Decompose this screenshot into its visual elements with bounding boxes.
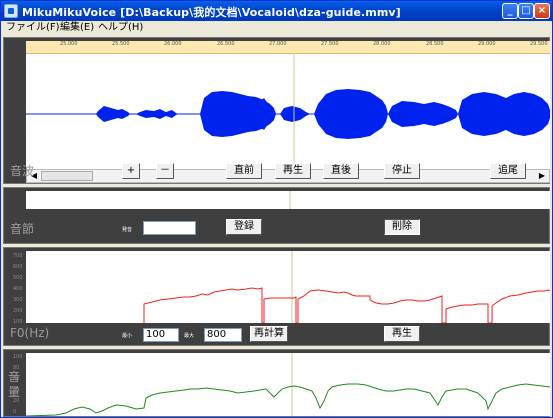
f0-min-label: 最小: [122, 333, 133, 339]
minimize-button[interactable]: _: [502, 3, 518, 19]
menu-help[interactable]: ヘルプ(H): [98, 21, 143, 35]
f0-max-input[interactable]: 800: [204, 328, 242, 342]
volume-y-tick: 100: [13, 354, 23, 360]
delete-button[interactable]: 削除: [384, 219, 420, 235]
recalculate-button[interactable]: 再計算: [250, 326, 288, 342]
phoneme-label: 発音: [122, 227, 133, 233]
stop-button[interactable]: 停止: [384, 163, 420, 179]
syllable-panel: 音節 発音 登録 削除: [3, 187, 550, 244]
f0-panel: 700 600 500 400 300 200 100 F0(Hz) 最小 10…: [3, 247, 551, 346]
ruler-tick: 28.000: [373, 41, 391, 47]
f0-y-tick: 700: [13, 253, 23, 259]
f0-y-tick: 200: [13, 308, 23, 314]
play-button[interactable]: 再生: [275, 163, 311, 179]
ruler-tick: 29.500: [530, 41, 548, 47]
volume-panel: 100 80 60 40 20 0 音量: [3, 349, 551, 417]
f0-max-label: 最大: [184, 333, 195, 339]
app-icon: [4, 4, 18, 18]
waveform-shape: [96, 89, 550, 139]
waveform-graph: [26, 54, 550, 169]
play-after-button[interactable]: 直後: [323, 163, 359, 179]
syllable-track[interactable]: [26, 191, 550, 209]
register-button[interactable]: 登録: [226, 219, 262, 235]
maximize-button[interactable]: □: [518, 3, 534, 19]
f0-y-tick: 100: [13, 319, 23, 325]
ruler-tick: 26.500: [217, 41, 235, 47]
volume-curve: [25, 383, 551, 417]
f0-play-button[interactable]: 再生: [384, 326, 420, 342]
play-before-button[interactable]: 直前: [226, 163, 262, 179]
title-bar[interactable]: MikuMikuVoice [D:\Backup\我的文档\Vocaloid\d…: [1, 1, 552, 21]
f0-y-tick: 400: [13, 286, 23, 292]
f0-curve: [143, 287, 551, 324]
ruler-tick: 28.500: [426, 41, 444, 47]
volume-y-tick: 0: [13, 409, 17, 415]
menu-bar: ファイル(F) 編集(E) ヘルプ(H): [1, 21, 552, 35]
phoneme-input[interactable]: [143, 221, 196, 235]
f0-graph: [143, 251, 551, 324]
f0-y-tick: 300: [13, 297, 23, 303]
f0-panel-label: F0(Hz): [10, 326, 50, 340]
waveform-panel: 25.000 25.500 26.000 26.500 27.000 27.50…: [3, 37, 550, 184]
wave-panel-label: 音波: [10, 164, 35, 178]
waveform-view[interactable]: [26, 54, 550, 169]
ruler-tick: 27.000: [269, 41, 287, 47]
syllable-panel-label: 音節: [10, 222, 35, 236]
syllable-graph: [289, 191, 291, 209]
zoom-out-button[interactable]: －: [156, 163, 174, 179]
ruler-tick: 29.000: [478, 41, 496, 47]
scrollbar-thumb[interactable]: [41, 171, 93, 181]
ruler-tick: 26.000: [164, 41, 182, 47]
volume-panel-label: 音量: [8, 370, 21, 399]
app-window: MikuMikuVoice [D:\Backup\我的文档\Vocaloid\d…: [0, 0, 553, 418]
scroll-right-icon[interactable]: ▶: [535, 170, 549, 182]
close-button[interactable]: ×: [534, 3, 550, 19]
time-ruler[interactable]: 25.000 25.500 26.000 26.500 27.000 27.50…: [26, 41, 550, 54]
volume-view[interactable]: [25, 353, 551, 417]
f0-y-tick: 600: [13, 264, 23, 270]
f0-y-tick: 500: [13, 275, 23, 281]
window-title: MikuMikuVoice [D:\Backup\我的文档\Vocaloid\d…: [22, 6, 401, 19]
f0-view[interactable]: [26, 251, 551, 324]
volume-graph: [25, 353, 551, 417]
follow-button[interactable]: 追尾: [490, 163, 526, 179]
zoom-in-button[interactable]: +: [122, 163, 140, 179]
ruler-tick: 27.500: [321, 41, 339, 47]
menu-edit[interactable]: 編集(E): [60, 21, 94, 35]
f0-min-input[interactable]: 100: [143, 328, 179, 342]
ruler-tick: 25.500: [112, 41, 130, 47]
menu-file[interactable]: ファイル(F): [6, 21, 60, 35]
ruler-tick: 25.000: [60, 41, 78, 47]
